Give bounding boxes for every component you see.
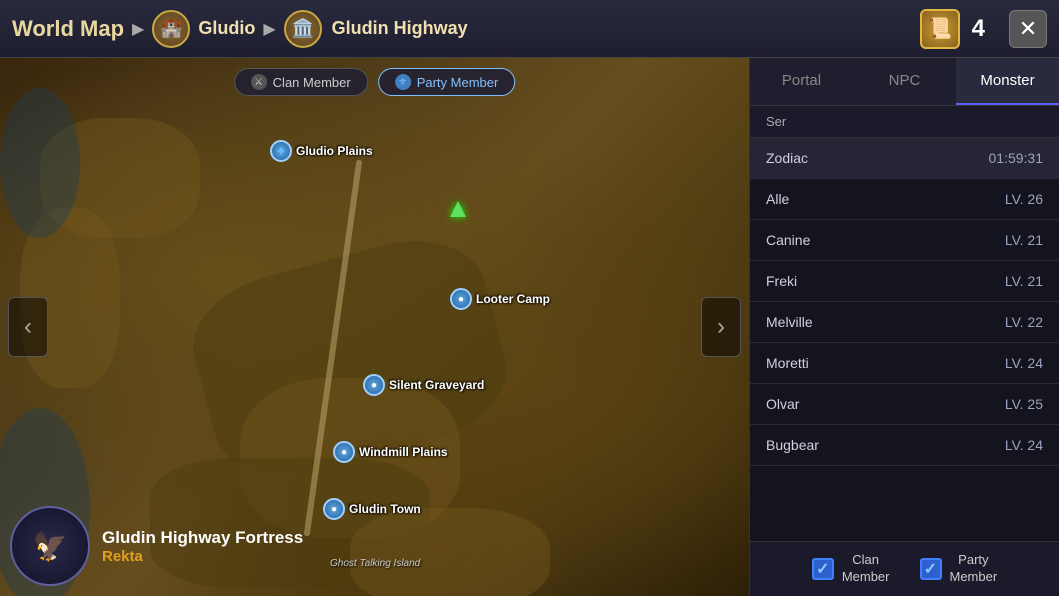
emblem-info: Gludin Highway Fortress Rekta	[102, 528, 303, 565]
marker-label: Gludio Plains	[296, 144, 373, 158]
monster-name-5: Moretti	[766, 355, 809, 371]
marker-label5: Gludin Town	[349, 502, 421, 516]
marker-gludio-plains[interactable]: ✦ Gludio Plains	[270, 140, 373, 162]
party-member-filter[interactable]: ⚜ Party Member	[378, 68, 516, 96]
marker-silent-graveyard[interactable]: ● Silent Graveyard	[363, 374, 484, 396]
breadcrumb: World Map ▶ 🏰 Gludio ▶	[12, 10, 276, 48]
bottom-checks: ✓ ClanMember ✓ PartyMember	[750, 541, 1059, 596]
location-count: 4	[972, 15, 985, 43]
location2-icon: 🏛️	[284, 10, 322, 48]
marker-gludin-town[interactable]: ● Gludin Town	[323, 498, 421, 520]
clan-member-filter[interactable]: ⚔ Clan Member	[234, 68, 368, 96]
main-content: ⚔ Clan Member ⚜ Party Member ✦ Gludio Pl…	[0, 58, 1059, 596]
marker-dot: ✦	[270, 140, 292, 162]
right-panel: Portal NPC Monster Ser Zodiac 01:59:31 A…	[749, 58, 1059, 596]
monster-level-2: LV. 21	[1005, 232, 1043, 248]
tab-portal[interactable]: Portal	[750, 58, 853, 105]
monster-level-7: LV. 24	[1005, 437, 1043, 453]
emblem-rank: Rekta	[102, 548, 303, 565]
marker-label4: Windmill Plains	[359, 445, 448, 459]
breadcrumb-arrow2: ▶	[263, 19, 275, 39]
party-member-check[interactable]: ✓ PartyMember	[920, 552, 998, 586]
monster-name-4: Melville	[766, 314, 813, 330]
marker-dot2: ●	[450, 288, 472, 310]
breadcrumb-arrow: ▶	[132, 19, 144, 39]
party-check-label: PartyMember	[950, 552, 998, 586]
monster-name-0: Zodiac	[766, 150, 808, 166]
clan-checkbox[interactable]: ✓	[812, 558, 834, 580]
clan-member-check[interactable]: ✓ ClanMember	[812, 552, 890, 586]
monster-row[interactable]: Canine LV. 21	[750, 220, 1059, 261]
monster-level-4: LV. 22	[1005, 314, 1043, 330]
checkmark-icon2: ✓	[924, 559, 937, 579]
marker-dot4: ●	[333, 441, 355, 463]
top-bar: World Map ▶ 🏰 Gludio ▶ 🏛️ Gludin Highway…	[0, 0, 1059, 58]
tab-npc[interactable]: NPC	[853, 58, 956, 105]
monster-row[interactable]: Bugbear LV. 24	[750, 425, 1059, 466]
location2-name: Gludin Highway	[332, 18, 468, 39]
sub-location: 🏛️ Gludin Highway	[284, 10, 468, 48]
marker-looter-camp[interactable]: ● Looter Camp	[450, 288, 550, 310]
close-button[interactable]: ✕	[1009, 10, 1047, 48]
world-map-title: World Map	[12, 16, 124, 42]
header-name: Ser	[766, 114, 786, 129]
monster-name-7: Bugbear	[766, 437, 819, 453]
monster-list-header: Ser	[750, 106, 1059, 138]
party-filter-label: Party Member	[417, 75, 499, 90]
marker-dot3: ●	[363, 374, 385, 396]
monster-timer-0: 01:59:31	[989, 150, 1044, 166]
monster-row[interactable]: Zodiac 01:59:31	[750, 138, 1059, 179]
ghost-label: Ghost Talking Island	[330, 558, 420, 569]
monster-name-2: Canine	[766, 232, 810, 248]
checkmark-icon: ✓	[816, 559, 829, 579]
monster-name-6: Olvar	[766, 396, 799, 412]
marker-label2: Looter Camp	[476, 292, 550, 306]
clan-icon: ⚔	[251, 74, 267, 90]
monster-level-3: LV. 21	[1005, 273, 1043, 289]
location1-icon: 🏰	[152, 10, 190, 48]
monster-row[interactable]: Moretti LV. 24	[750, 343, 1059, 384]
nav-arrow-left[interactable]: ‹	[8, 297, 48, 357]
clan-check-label: ClanMember	[842, 552, 890, 586]
monster-name-3: Freki	[766, 273, 797, 289]
monster-level-6: LV. 25	[1005, 396, 1043, 412]
monster-level-1: LV. 26	[1005, 191, 1043, 207]
monster-row[interactable]: Olvar LV. 25	[750, 384, 1059, 425]
marker-label3: Silent Graveyard	[389, 378, 484, 392]
clan-filter-label: Clan Member	[273, 75, 351, 90]
map-filter-bar: ⚔ Clan Member ⚜ Party Member	[234, 68, 516, 96]
emblem-fortress-name: Gludin Highway Fortress	[102, 528, 303, 548]
monster-name-1: Alle	[766, 191, 789, 207]
monster-level-5: LV. 24	[1005, 355, 1043, 371]
marker-windmill-plains[interactable]: ● Windmill Plains	[333, 441, 448, 463]
tab-monster[interactable]: Monster	[956, 58, 1059, 105]
monster-row[interactable]: Freki LV. 21	[750, 261, 1059, 302]
map-area: ⚔ Clan Member ⚜ Party Member ✦ Gludio Pl…	[0, 58, 749, 596]
monster-row[interactable]: Alle LV. 26	[750, 179, 1059, 220]
party-checkbox[interactable]: ✓	[920, 558, 942, 580]
marker-dot5: ●	[323, 498, 345, 520]
tab-bar: Portal NPC Monster	[750, 58, 1059, 106]
monster-list[interactable]: Zodiac 01:59:31 Alle LV. 26 Canine LV. 2…	[750, 138, 1059, 541]
monster-row[interactable]: Melville LV. 22	[750, 302, 1059, 343]
nav-arrow-right[interactable]: ›	[701, 297, 741, 357]
emblem-icon: 🦅	[10, 506, 90, 586]
party-icon: ⚜	[395, 74, 411, 90]
scroll-icon: 📜	[920, 9, 960, 49]
player-marker	[450, 201, 466, 217]
bottom-emblem: 🦅 Gludin Highway Fortress Rekta	[10, 506, 303, 586]
location1-name: Gludio	[198, 18, 255, 39]
